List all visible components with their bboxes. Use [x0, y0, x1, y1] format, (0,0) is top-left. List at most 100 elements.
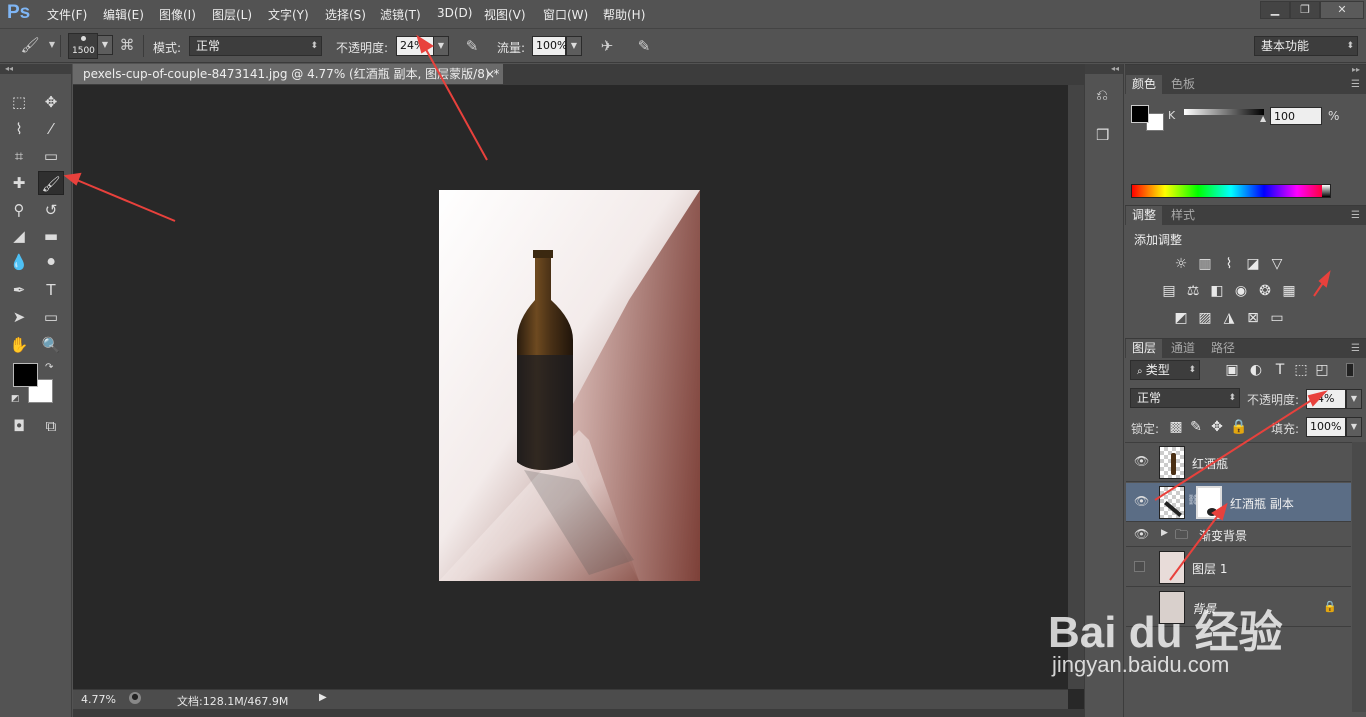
layer-name[interactable]: 渐变背景	[1199, 527, 1247, 544]
layer-name[interactable]: 红酒瓶	[1192, 455, 1228, 472]
invert-icon[interactable]: ◩	[1172, 310, 1190, 326]
layer-group-row[interactable]: 👁 ▶ 🗀 渐变背景	[1126, 523, 1351, 547]
layer-row[interactable]: 👁 红酒瓶	[1126, 443, 1351, 482]
status-menu-arrow-icon[interactable]: ▶	[319, 692, 327, 703]
lock-position-icon[interactable]: ✥	[1208, 419, 1226, 435]
toolbox-collapse-icon[interactable]: ◂◂	[0, 64, 72, 74]
tab-color[interactable]: 颜色	[1126, 75, 1163, 94]
pressure-size-icon[interactable]: ✎	[634, 36, 654, 56]
menu-layer[interactable]: 图层(L)	[212, 6, 252, 23]
filter-type-icon[interactable]: T	[1271, 362, 1289, 378]
quick-select-tool-icon[interactable]: ⁄	[38, 117, 64, 141]
menu-file[interactable]: 文件(F)	[47, 6, 87, 23]
exposure-icon[interactable]: ◪	[1244, 256, 1262, 272]
panel-menu-icon[interactable]: ☰	[1351, 343, 1360, 354]
opacity-input[interactable]: 24%	[396, 36, 434, 56]
brush-tool-icon[interactable]: 🖌	[38, 171, 64, 195]
airbrush-icon[interactable]: ✈	[597, 36, 617, 56]
visibility-toggle-off[interactable]	[1134, 561, 1145, 572]
menu-3d[interactable]: 3D(D)	[437, 6, 472, 20]
menu-image[interactable]: 图像(I)	[159, 6, 196, 23]
menu-filter[interactable]: 滤镜(T)	[380, 6, 421, 23]
marquee-tool-icon[interactable]: ⬚	[6, 90, 32, 114]
gradient-tool-icon[interactable]: ▬	[38, 224, 64, 248]
zoom-level[interactable]: 4.77%	[81, 693, 116, 706]
filter-smart-object-icon[interactable]: ◰	[1313, 362, 1331, 378]
screen-mode-icon[interactable]: ⧉	[38, 414, 64, 438]
close-icon[interactable]: ×	[485, 64, 495, 84]
document-tab[interactable]: pexels-cup-of-couple-8473141.jpg @ 4.77%…	[73, 64, 503, 84]
layers-scrollbar[interactable]	[1352, 442, 1366, 712]
eye-icon[interactable]: 👁	[1134, 527, 1149, 541]
workspace-select[interactable]: 基本功能 ⬍	[1254, 36, 1358, 56]
color-balance-icon[interactable]: ⚖	[1184, 283, 1202, 299]
gradient-map-icon[interactable]: ▭	[1268, 310, 1286, 326]
eraser-tool-icon[interactable]: ◢	[6, 224, 32, 248]
tab-adjustments[interactable]: 调整	[1126, 206, 1163, 225]
history-panel-icon[interactable]: ⎌	[1096, 86, 1108, 104]
move-tool-icon[interactable]: ✥	[38, 90, 64, 114]
filter-adjustment-icon[interactable]: ◐	[1247, 362, 1265, 378]
rectangle-tool-icon[interactable]: ▭	[38, 305, 64, 329]
menu-edit[interactable]: 编辑(E)	[103, 6, 144, 23]
layer-mask-thumbnail[interactable]	[1196, 486, 1222, 519]
healing-brush-icon[interactable]: ✚	[6, 171, 32, 195]
layer-name[interactable]: 图层 1	[1192, 560, 1227, 577]
fill-input[interactable]: 100%	[1306, 417, 1346, 437]
history-brush-icon[interactable]: ↺	[38, 198, 64, 222]
mode-select[interactable]: 正常 ⬍	[189, 36, 322, 56]
color-spectrum[interactable]	[1131, 184, 1331, 198]
hue-saturation-icon[interactable]: ▤	[1160, 283, 1178, 299]
eye-icon[interactable]: 👁	[1134, 454, 1149, 468]
brush-size-picker[interactable]: 1500	[68, 33, 98, 59]
brush-tool-preset-icon[interactable]: 🖌	[20, 35, 40, 55]
layer-name[interactable]: 红酒瓶 副本	[1230, 495, 1294, 512]
tab-paths[interactable]: 路径	[1205, 339, 1241, 358]
layer-filter-select[interactable]: ⌕ 类型 ⬍	[1130, 360, 1200, 380]
pressure-opacity-icon[interactable]: ✎	[462, 36, 482, 56]
dock-expand-icon[interactable]: ◂◂	[1085, 64, 1123, 74]
close-button[interactable]: ✕	[1320, 1, 1364, 19]
3d-panel-icon[interactable]: ❒	[1096, 126, 1109, 144]
menu-window[interactable]: 窗口(W)	[543, 6, 588, 23]
tab-styles[interactable]: 样式	[1165, 206, 1201, 225]
fg-swatch[interactable]	[1131, 105, 1149, 123]
pen-tool-icon[interactable]: ✒	[6, 278, 32, 302]
k-value-input[interactable]: 100	[1270, 107, 1322, 125]
zoom-tool-icon[interactable]: 🔍	[38, 333, 64, 357]
chevron-down-icon[interactable]: ▼	[42, 35, 62, 55]
filter-pixel-icon[interactable]: ▣	[1223, 362, 1241, 378]
photo-filter-icon[interactable]: ◉	[1232, 283, 1250, 299]
posterize-icon[interactable]: ▨	[1196, 310, 1214, 326]
menu-select[interactable]: 选择(S)	[325, 6, 366, 23]
clone-stamp-icon[interactable]: ⚲	[6, 198, 32, 222]
group-expand-icon[interactable]: ▶	[1161, 528, 1168, 538]
swap-colors-icon[interactable]: ↷	[45, 362, 53, 373]
tab-channels[interactable]: 通道	[1165, 339, 1201, 358]
menu-view[interactable]: 视图(V)	[484, 6, 526, 23]
tab-layers[interactable]: 图层	[1126, 339, 1163, 358]
threshold-icon[interactable]: ◮	[1220, 310, 1238, 326]
layer-opacity-dropdown[interactable]: ▼	[1346, 389, 1362, 409]
brightness-icon[interactable]: ☼	[1172, 256, 1190, 272]
canvas-image[interactable]	[439, 190, 700, 581]
blur-tool-icon[interactable]: 💧	[6, 250, 32, 274]
blend-mode-select[interactable]: 正常 ⬍	[1130, 388, 1240, 408]
opacity-dropdown[interactable]: ▼	[433, 36, 449, 56]
color-lookup-icon[interactable]: ▦	[1280, 283, 1298, 299]
vibrance-icon[interactable]: ▽	[1268, 256, 1286, 272]
filter-toggle[interactable]	[1346, 363, 1354, 377]
panel-menu-icon[interactable]: ☰	[1351, 210, 1360, 221]
menu-help[interactable]: 帮助(H)	[603, 6, 645, 23]
dodge-tool-icon[interactable]: ⚫	[38, 250, 64, 274]
minimize-button[interactable]: ▁	[1260, 1, 1290, 19]
tab-swatches[interactable]: 色板	[1165, 75, 1201, 94]
layer-opacity-input[interactable]: 44%	[1306, 389, 1346, 409]
hand-tool-icon[interactable]: ✋	[6, 333, 32, 357]
layer-row-selected[interactable]: 👁 ⛓ 红酒瓶 副本	[1126, 483, 1351, 522]
lasso-tool-icon[interactable]: ⌇	[6, 117, 32, 141]
panel-collapse-icon[interactable]: ▸▸	[1125, 65, 1366, 75]
foreground-color-swatch-front[interactable]	[13, 363, 38, 387]
black-white-icon[interactable]: ◧	[1208, 283, 1226, 299]
channel-mixer-icon[interactable]: ❂	[1256, 283, 1274, 299]
